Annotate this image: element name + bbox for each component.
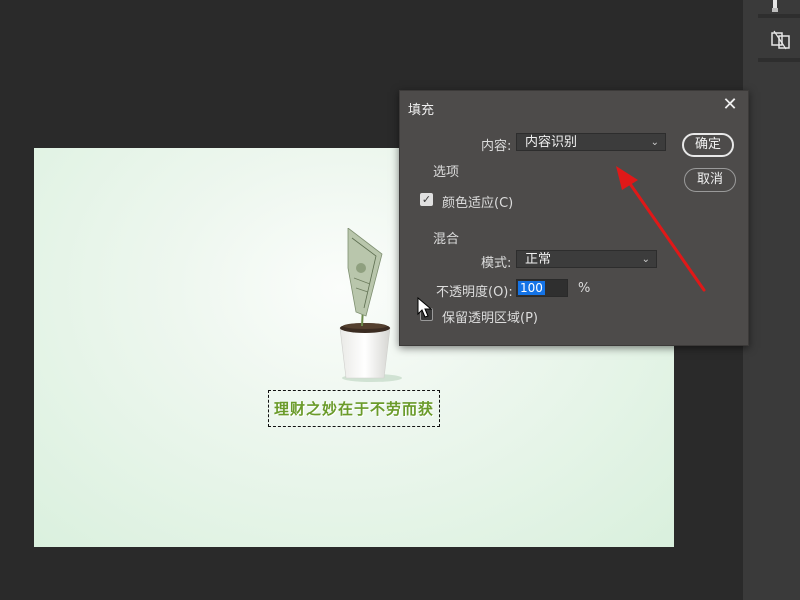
rail-divider [758,14,800,18]
ok-button[interactable]: 确定 [682,133,734,157]
content-select[interactable]: 内容识别 ⌄ [516,133,666,151]
close-icon[interactable]: ✕ [720,95,740,115]
blend-heading: 混合 [433,232,460,247]
opacity-unit: % [578,281,591,296]
marquee-selection[interactable]: 理财之妙在于不劳而获 [268,390,440,427]
fill-dialog: 填充 ✕ 内容: 内容识别 ⌄ 确定 取消 选项 ✓ 颜色适应(C) 混合 模式… [399,90,749,346]
money-plant-image [339,228,402,382]
color-adapt-label: 颜色适应(C) [442,196,514,211]
patch-icon[interactable] [769,28,793,52]
opacity-value: 100 [518,281,545,295]
canvas-slogan-text: 理财之妙在于不劳而获 [273,400,434,418]
opacity-input[interactable]: 100 [516,279,568,297]
mode-select-value: 正常 [525,252,552,267]
mouse-pointer-icon [417,297,433,318]
chevron-down-icon: ⌄ [650,137,659,148]
mode-label: 模式: [481,256,512,271]
mode-select[interactable]: 正常 ⌄ [516,250,657,268]
right-tool-panel [743,0,800,600]
cancel-button[interactable]: 取消 [684,168,736,192]
color-adapt-checkbox[interactable]: ✓ [420,193,433,206]
opacity-label: 不透明度(O): [436,285,513,300]
options-heading: 选项 [433,165,460,180]
content-label: 内容: [481,139,512,154]
content-select-value: 内容识别 [525,135,578,150]
dialog-title: 填充 [408,103,435,118]
rail-separator [758,58,800,62]
chevron-down-icon: ⌄ [641,254,650,265]
preserve-transparency-label: 保留透明区域(P) [442,311,538,326]
